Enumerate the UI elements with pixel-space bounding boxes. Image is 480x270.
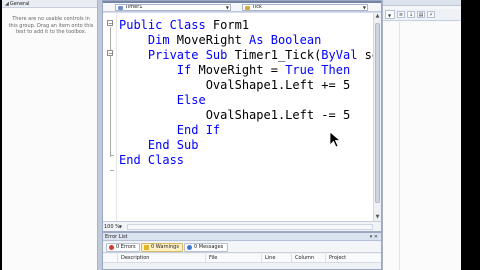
messages-filter-button[interactable]: 0 Messages <box>184 243 228 252</box>
errors-filter-button[interactable]: 0 Errors <box>106 243 140 252</box>
scroll-up-icon[interactable]: ▲ <box>374 13 381 19</box>
errors-count-label: 0 Errors <box>116 244 136 250</box>
code-keyword: If <box>119 63 199 77</box>
code-line[interactable]: Dim MoveRight As Boolean <box>119 33 321 48</box>
chevron-down-icon: ▼ <box>225 5 229 10</box>
error-list-header: Error List ▾ ✕ <box>103 233 381 241</box>
warning-icon <box>144 245 149 250</box>
mouse-cursor-icon <box>329 131 342 148</box>
code-keyword: True Then <box>285 63 351 77</box>
toolbox-panel: ◢General There are no usable controls in… <box>2 0 98 270</box>
warnings-filter-button[interactable]: 0 Warnings <box>141 243 183 252</box>
code-keyword: End Sub <box>119 138 199 152</box>
code-token: MoveRight <box>176 33 250 47</box>
vertical-scrollbar-thumb[interactable] <box>375 23 380 203</box>
code-editor-window: Timer1 ▼ Tick ▼ − − Public Class Form1 D… <box>102 0 382 232</box>
toolbox-group-header[interactable]: ◢General <box>2 0 97 8</box>
code-keyword: Private Sub <box>119 48 235 62</box>
editor-status-bar: 100 % ▼ <box>103 221 381 231</box>
error-list-toolbar: 0 Errors 0 Warnings 0 Messages <box>103 242 381 253</box>
outline-line <box>110 27 111 157</box>
properties-icon[interactable]: ▤ <box>417 11 425 18</box>
outline-end-tick <box>110 170 114 171</box>
toolbox-group-title: General <box>9 1 30 7</box>
method-name-combo-value: Tick <box>252 4 262 10</box>
property-grid[interactable] <box>383 22 461 270</box>
code-keyword: Else <box>119 93 206 107</box>
properties-toolbar: ▼ ≡ ↓ ▤ ⚡ <box>383 9 461 21</box>
code-token: OvalShape1.Left -= 5 <box>119 108 351 122</box>
outlining-margin: − − <box>103 13 117 221</box>
code-line[interactable]: Else <box>119 93 206 108</box>
collapse-triangle-icon[interactable]: ◢ <box>5 1 9 7</box>
code-keyword: Dim <box>119 33 177 47</box>
outline-end-tick <box>110 155 114 156</box>
letterbox-right <box>461 0 480 270</box>
property-grid-divider <box>399 22 400 270</box>
code-text-area[interactable]: − − Public Class Form1 Dim MoveRight As … <box>103 13 373 221</box>
code-token: MoveRight = <box>198 63 286 77</box>
object-selector-combo[interactable]: ▼ <box>385 10 395 19</box>
horizontal-scrollbar[interactable] <box>127 224 373 230</box>
chevron-down-icon: ▼ <box>362 5 366 10</box>
class-name-combo[interactable]: Timer1 ▼ <box>115 4 231 11</box>
properties-panel: ▼ ≡ ↓ ▤ ⚡ <box>382 0 461 270</box>
code-line[interactable]: If MoveRight = True Then <box>119 63 350 78</box>
chevron-down-icon: ▼ <box>388 13 392 18</box>
column-header-file[interactable]: File <box>205 254 261 263</box>
code-line[interactable]: End If <box>119 123 220 138</box>
code-keyword: End Class <box>119 153 185 167</box>
method-name-combo[interactable]: Tick ▼ <box>242 4 368 11</box>
code-line[interactable]: Public Class Form1 <box>119 18 249 33</box>
alphabetical-icon[interactable]: ↓ <box>407 11 415 18</box>
code-token: se <box>364 48 373 62</box>
error-list-panel: Error List ▾ ✕ 0 Errors 0 Warnings 0 Mes… <box>102 232 382 270</box>
column-header-column[interactable]: Column <box>291 254 325 263</box>
error-list-title: Error List <box>105 234 128 240</box>
event-lightning-icon <box>245 6 250 10</box>
class-name-combo-value: Timer1 <box>125 4 143 10</box>
error-icon <box>109 245 114 250</box>
code-keyword: As Boolean <box>249 33 322 47</box>
collapse-sub-icon[interactable]: − <box>107 50 113 57</box>
events-icon[interactable]: ⚡ <box>427 11 435 18</box>
pin-close-icons[interactable]: ▾ ✕ <box>370 233 378 241</box>
zoom-dropdown-icon[interactable]: ▼ <box>119 224 122 230</box>
code-token: Timer1_Tick( <box>234 48 322 62</box>
editor-navigation-bar: Timer1 ▼ Tick ▼ <box>103 3 381 12</box>
code-keyword: ByVal <box>321 48 358 62</box>
code-keyword: Public Class <box>119 18 213 32</box>
messages-count-label: 0 Messages <box>194 244 224 250</box>
code-keyword: End If <box>119 123 221 137</box>
column-header-line[interactable]: Line <box>261 254 291 263</box>
control-icon <box>118 6 123 10</box>
column-header-description[interactable]: Description <box>117 254 205 263</box>
zoom-level[interactable]: 100 % <box>104 224 120 230</box>
code-line[interactable]: OvalShape1.Left -= 5 <box>119 108 351 123</box>
code-line[interactable]: Private Sub Timer1_Tick(ByVal se <box>119 48 373 63</box>
code-token: Form1 <box>212 18 250 32</box>
code-line[interactable]: End Class <box>119 153 184 168</box>
collapse-class-icon[interactable]: − <box>107 20 113 27</box>
error-list-column-headers: Description File Line Column Project <box>103 254 381 263</box>
properties-header <box>383 0 461 6</box>
code-line[interactable]: OvalShape1.Left += 5 <box>119 78 351 93</box>
vertical-scrollbar[interactable]: ▲ ▼ <box>373 13 381 221</box>
code-line[interactable]: End Sub <box>119 138 199 153</box>
info-icon <box>187 245 192 250</box>
categorized-icon[interactable]: ≡ <box>397 11 405 18</box>
toolbox-empty-message: There are no usable controls in this gro… <box>8 16 94 35</box>
column-header-project[interactable]: Project <box>325 254 381 263</box>
scroll-down-icon[interactable]: ▼ <box>374 214 381 220</box>
warnings-count-label: 0 Warnings <box>151 244 179 250</box>
code-token: OvalShape1.Left += 5 <box>119 78 351 92</box>
